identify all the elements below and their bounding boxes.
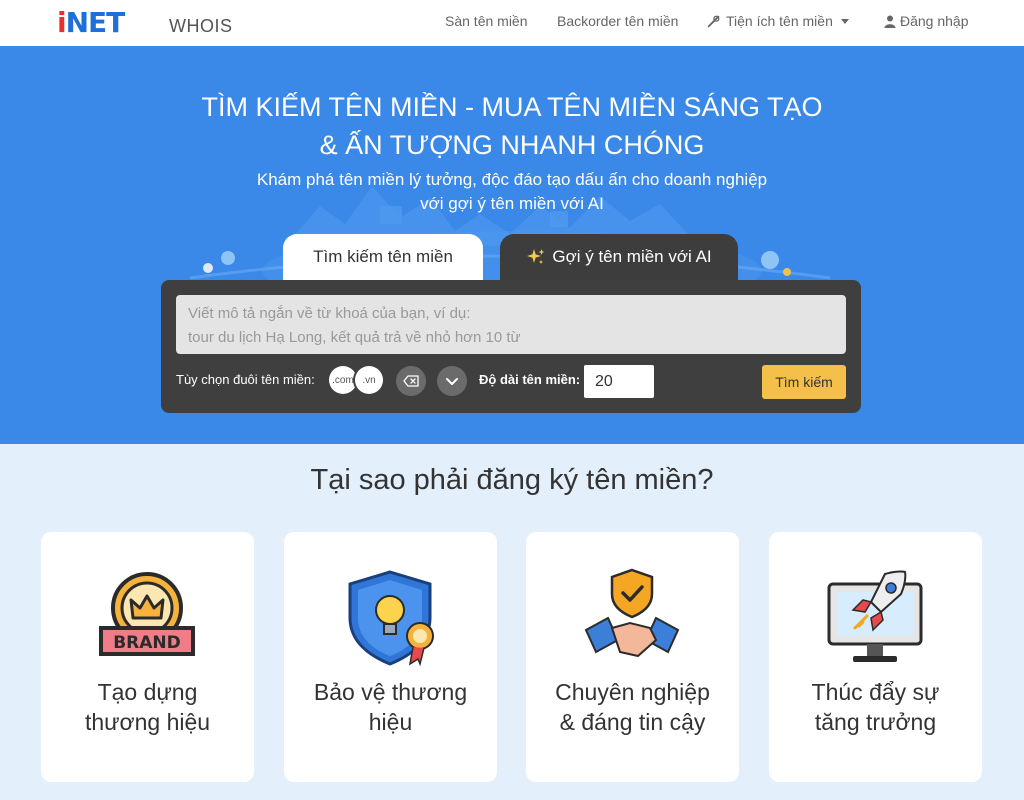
extension-chip-com[interactable]: .com (329, 366, 357, 394)
domain-length-input[interactable] (584, 365, 654, 398)
benefit-card-protect: Bảo vệ thương hiệu (284, 532, 497, 782)
benefit-card-trust: Chuyên nghiệp & đáng tin cậy (526, 532, 739, 782)
extension-chip-vn[interactable]: .vn (355, 366, 383, 394)
benefit-card-brand-label: Tạo dựng thương hiệu (51, 677, 244, 737)
inet-logo[interactable]: iNET (57, 5, 126, 39)
nav-domain-tools-label: Tiện ích tên miền (726, 13, 833, 29)
benefit-brand-line2: thương hiệu (84, 709, 211, 735)
ai-input-placeholder-line1: Viết mô tả ngắn về từ khoá của bạn, ví d… (188, 305, 471, 322)
handshake-shield-icon (584, 568, 680, 658)
hero-subtitle: Khám phá tên miền lý tưởng, độc đáo tạo … (0, 168, 1024, 216)
nav-dropdown-domain-tools[interactable]: Tiện ích tên miền (707, 13, 849, 29)
user-icon (884, 15, 896, 28)
benefit-card-growth-label: Thúc đẩy sự tăng trưởng (779, 677, 972, 737)
brand-badge-text: BRAND (113, 633, 181, 653)
logo-whois-label: WHOIS (169, 16, 233, 36)
hero-title: TÌM KIẾM TÊN MIỀN - MUA TÊN MIỀN SÁNG TẠ… (0, 88, 1024, 164)
benefit-protect-line2: hiệu (368, 709, 413, 735)
sparkle-icon (527, 249, 545, 264)
ai-description-input[interactable]: Viết mô tả ngắn về từ khoá của bạn, ví d… (176, 295, 846, 354)
hero-subtitle-line2: với gợi ý tên miền với AI (420, 194, 604, 213)
extension-dropdown-button[interactable] (437, 366, 467, 396)
logo-i-letter: i (57, 5, 67, 39)
benefit-card-brand: BRAND Tạo dựng thương hiệu (41, 532, 254, 782)
benefit-protect-line1: Bảo vệ thương (313, 679, 468, 705)
extension-option-label: Tùy chọn đuôi tên miền: (176, 372, 315, 387)
chevron-down-icon (446, 378, 458, 385)
tools-icon (707, 15, 720, 27)
hero-title-line2: & ẤN TƯỢNG NHANH CHÓNG (319, 130, 705, 160)
domain-length-label: Độ dài tên miền: (479, 372, 581, 387)
hero-section: TÌM KIẾM TÊN MIỀN - MUA TÊN MIỀN SÁNG TẠ… (0, 46, 1024, 444)
benefit-card-growth: Thúc đẩy sự tăng trưởng (769, 532, 982, 782)
brand-crown-icon: BRAND (99, 572, 195, 656)
tab-ai-suggest-label: Gợi ý tên miền với AI (552, 247, 712, 266)
benefit-trust-line1: Chuyên nghiệp (555, 679, 710, 705)
shield-bulb-icon (348, 570, 434, 667)
hero-title-line1: TÌM KIẾM TÊN MIỀN - MUA TÊN MIỀN SÁNG TẠ… (201, 92, 823, 122)
logo-net-letters: NET (65, 5, 126, 39)
nav-link-backorder[interactable]: Backorder tên miền (557, 13, 678, 29)
nav-login-label: Đăng nhập (900, 13, 969, 29)
search-button[interactable]: Tìm kiếm (762, 365, 846, 399)
nav-login-link[interactable]: Đăng nhập (884, 13, 969, 29)
backspace-icon (403, 375, 419, 387)
ai-input-placeholder-line2: tour du lịch Hạ Long, kết quả trả về nhỏ… (188, 329, 521, 346)
top-navbar: iNET WHOIS Sàn tên miền Backorder tên mi… (0, 0, 1024, 46)
benefit-card-protect-label: Bảo vệ thương hiệu (294, 677, 487, 737)
benefit-card-trust-label: Chuyên nghiệp & đáng tin cậy (536, 677, 729, 737)
tab-domain-search[interactable]: Tìm kiếm tên miền (283, 234, 483, 280)
benefit-growth-line2: tăng trưởng (814, 709, 937, 735)
tab-ai-suggest[interactable]: Gợi ý tên miền với AI (500, 234, 738, 280)
benefit-trust-line2: & đáng tin cậy (559, 709, 706, 735)
clear-extensions-button[interactable] (396, 366, 426, 396)
ai-search-panel: Viết mô tả ngắn về từ khoá của bạn, ví d… (161, 280, 861, 413)
rocket-monitor-icon (827, 570, 923, 662)
hero-subtitle-line1: Khám phá tên miền lý tưởng, độc đáo tạo … (256, 170, 768, 189)
tab-domain-search-label: Tìm kiếm tên miền (313, 247, 453, 266)
nav-link-domain-market[interactable]: Sàn tên miền (445, 13, 528, 29)
chevron-down-icon (840, 18, 849, 24)
benefit-growth-line1: Thúc đẩy sự (811, 679, 940, 705)
benefit-brand-line1: Tạo dựng (97, 679, 198, 705)
why-register-heading: Tại sao phải đăng ký tên miền? (310, 464, 714, 496)
